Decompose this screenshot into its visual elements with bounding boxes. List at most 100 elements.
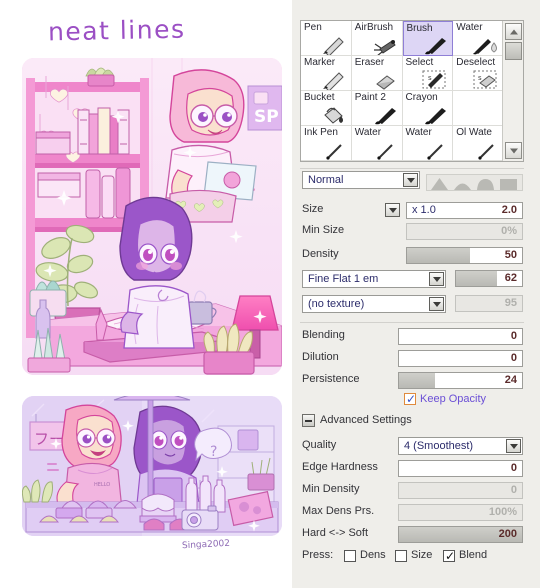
tool-label: Paint 2 xyxy=(354,92,386,103)
tool-cell-marker[interactable]: Marker xyxy=(301,56,352,91)
press-blend-checkbox[interactable]: ✓ xyxy=(443,550,455,562)
min-size-slider[interactable]: 0% xyxy=(406,223,523,240)
tool-cell-pen[interactable]: Pen xyxy=(301,21,352,56)
trapezoid-icon[interactable] xyxy=(476,178,495,190)
bucket-icon xyxy=(323,107,343,124)
tool-cell-paint2[interactable]: Paint 2 xyxy=(351,91,403,126)
size-mode-dropdown[interactable] xyxy=(385,203,400,217)
density-slider[interactable]: 50 xyxy=(406,247,523,264)
tool-cell-empty[interactable] xyxy=(453,91,504,126)
brush-grid-scrollbar[interactable] xyxy=(502,21,523,161)
scroll-up-button[interactable] xyxy=(505,23,522,40)
collapse-minus-icon[interactable] xyxy=(302,414,315,427)
brush-shape-profiles[interactable] xyxy=(426,174,523,191)
flat-square-icon[interactable] xyxy=(499,178,518,190)
blending-row: Blending 0 xyxy=(300,327,524,345)
density-row: Density 50 xyxy=(300,246,524,264)
round-dome-icon[interactable] xyxy=(453,178,472,190)
texture-select[interactable]: (no texture) xyxy=(302,295,446,313)
persistence-slider[interactable]: 24 xyxy=(398,372,523,389)
deselect-icon: s xyxy=(473,70,497,89)
svg-text:HELLO: HELLO xyxy=(94,482,110,488)
density-label: Density xyxy=(302,248,339,260)
persistence-value: 24 xyxy=(504,374,517,386)
brush-tool-grid[interactable]: Pen AirBrush Brush Water Marker Eraser S… xyxy=(300,20,524,162)
tool-cell-water2[interactable]: Water xyxy=(351,126,403,161)
tool-cell-select[interactable]: Select s xyxy=(402,56,454,91)
brush-shape-fill xyxy=(456,271,497,286)
tool-cell-crayon[interactable]: Crayon xyxy=(402,91,454,126)
scroll-down-button[interactable] xyxy=(505,142,522,159)
press-label: Press: xyxy=(302,549,334,561)
blending-slider[interactable]: 0 xyxy=(398,328,523,345)
tool-cell-deselect[interactable]: Deselect s xyxy=(453,56,504,91)
brush-shape-slider[interactable]: 62 xyxy=(455,270,523,287)
dilution-slider[interactable]: 0 xyxy=(398,350,523,367)
keep-opacity-checkbox[interactable]: ✓ xyxy=(404,393,416,405)
edge-hardness-slider[interactable]: 0 xyxy=(398,460,523,477)
chevron-down-icon[interactable] xyxy=(403,173,418,187)
quality-select[interactable]: 4 (Smoothest) xyxy=(398,437,523,455)
size-multiplier: x 1.0 xyxy=(412,204,436,216)
press-dens-checkbox[interactable] xyxy=(344,550,356,562)
bedroom-scene-illustration: SP xyxy=(22,58,282,375)
chevron-down-icon[interactable] xyxy=(429,272,444,286)
chevron-down-icon[interactable] xyxy=(506,439,521,453)
size-label: Size xyxy=(302,203,324,215)
scrollbar-thumb[interactable] xyxy=(505,42,522,60)
edge-hardness-value: 0 xyxy=(510,462,517,474)
chevron-up-icon xyxy=(509,29,518,34)
tool-cell-bucket[interactable]: Bucket xyxy=(301,91,352,126)
size-row: Size x 1.0 2.0 xyxy=(300,201,524,219)
min-density-slider[interactable]: 0 xyxy=(398,482,523,499)
paint-icon xyxy=(374,108,396,125)
min-density-label: Min Density xyxy=(302,483,360,495)
water3-icon xyxy=(427,144,443,160)
persistence-label: Persistence xyxy=(302,373,360,385)
tool-cell-airbrush[interactable]: AirBrush xyxy=(351,21,403,56)
tool-cell-ink-pen[interactable]: Ink Pen xyxy=(301,126,352,161)
artwork-column: neat lines SP フー HELLO ? Singa2002 xyxy=(0,0,292,588)
tool-cell-water3[interactable]: Water xyxy=(402,126,454,161)
water-icon xyxy=(473,39,497,55)
crayon-icon xyxy=(425,108,447,125)
tool-cell-oil-water[interactable]: Ol Wate xyxy=(453,126,504,161)
blend-mode-row: Normal xyxy=(300,171,524,191)
hard-soft-slider[interactable]: 200 xyxy=(398,526,523,543)
dilution-value: 0 xyxy=(510,352,517,364)
hard-soft-label: Hard <-> Soft xyxy=(302,527,369,539)
persistence-row: Persistence 24 xyxy=(300,371,524,389)
quality-value: 4 (Smoothest) xyxy=(404,440,474,452)
press-size-checkbox[interactable] xyxy=(395,550,407,562)
press-row: Press: Dens Size ✓ Blend xyxy=(300,547,524,565)
brush-shape-select[interactable]: Fine Flat 1 em xyxy=(302,270,446,288)
blending-value: 0 xyxy=(510,330,517,342)
density-fill xyxy=(407,248,471,263)
advanced-settings-header[interactable]: Advanced Settings xyxy=(300,412,524,430)
min-size-value: 0% xyxy=(501,225,517,237)
texture-slider[interactable]: 95 xyxy=(455,295,523,312)
quality-label: Quality xyxy=(302,439,337,451)
tool-cell-eraser[interactable]: Eraser xyxy=(351,56,403,91)
min-density-value: 0 xyxy=(510,484,517,496)
check-icon: ✓ xyxy=(406,392,417,406)
brush-tool-grid-cells[interactable]: Pen AirBrush Brush Water Marker Eraser S… xyxy=(301,21,504,161)
press-blend-label: Blend xyxy=(459,549,488,561)
max-dens-prs-slider[interactable]: 100% xyxy=(398,504,523,521)
tool-cell-water[interactable]: Water xyxy=(453,21,504,56)
paint-tool-sai-panel: Pen AirBrush Brush Water Marker Eraser S… xyxy=(292,0,540,588)
persistence-fill xyxy=(399,373,435,388)
blend-mode-select[interactable]: Normal xyxy=(302,171,420,189)
divider xyxy=(300,322,524,323)
dilution-label: Dilution xyxy=(302,351,339,363)
press-dens-label: Dens xyxy=(360,549,386,561)
texture-row: (no texture) 95 xyxy=(300,295,524,313)
size-value-field[interactable]: x 1.0 2.0 xyxy=(406,202,523,219)
tool-cell-brush[interactable]: Brush xyxy=(402,21,454,56)
sharp-triangle-icon[interactable] xyxy=(430,178,449,190)
water2-icon xyxy=(376,144,393,160)
brush-icon xyxy=(425,38,447,55)
chevron-down-icon[interactable] xyxy=(429,297,444,311)
min-size-row: Min Size 0% xyxy=(300,222,524,240)
svg-text:?: ? xyxy=(210,444,217,460)
